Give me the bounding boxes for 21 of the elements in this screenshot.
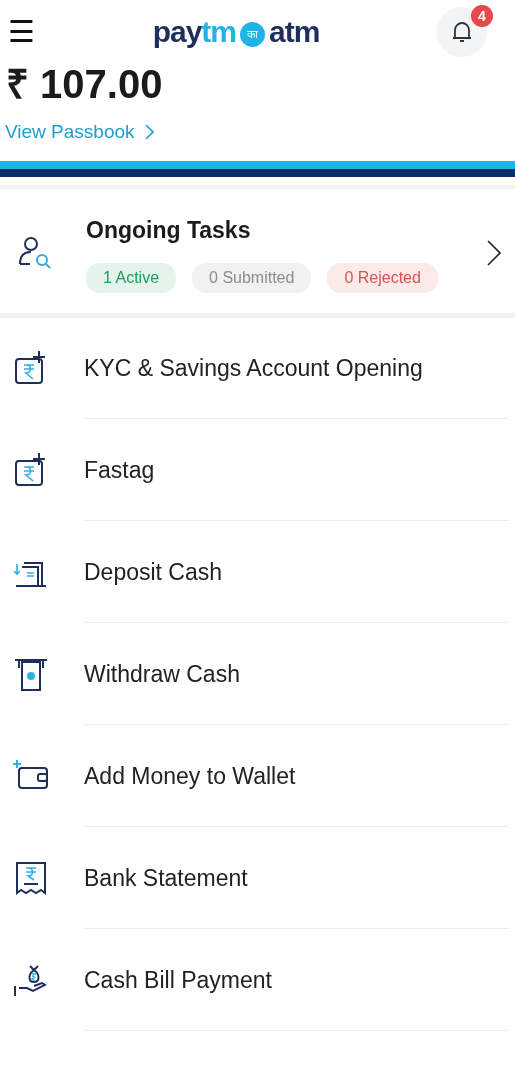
- tasks-title: Ongoing Tasks: [86, 215, 252, 245]
- menu-item[interactable]: KYC & Savings Account Opening: [0, 318, 515, 420]
- menu-item[interactable]: Cash Bill Payment: [0, 930, 515, 1032]
- notification-badge: 4: [471, 5, 493, 27]
- balance-amount: ₹ 107.00: [5, 64, 163, 104]
- menu-item[interactable]: Fastag: [0, 420, 515, 522]
- chevron-right-icon: [487, 239, 501, 266]
- menu-item[interactable]: Bank Statement: [0, 828, 515, 930]
- menu-item[interactable]: Deposit Cash: [0, 522, 515, 624]
- status-chip: 1 Active: [86, 263, 177, 293]
- notification-button[interactable]: [437, 7, 487, 57]
- tasks-card[interactable]: Ongoing Tasks 1 Active 0 Submitted 0 Rejected: [0, 188, 515, 318]
- menu-item[interactable]: Add Money to Wallet: [0, 726, 515, 828]
- bell-icon: [451, 20, 473, 45]
- menu-button[interactable]: ☰: [8, 17, 35, 47]
- app-logo: paytm का atm: [152, 17, 320, 47]
- status-chip: 0 Submitted: [192, 263, 312, 293]
- cash-machine-icon: [12, 656, 50, 694]
- chevron-right-icon: [144, 124, 154, 141]
- menu-item[interactable]: Withdraw Cash: [0, 624, 515, 726]
- status-chip: 0 Rejected: [327, 263, 438, 293]
